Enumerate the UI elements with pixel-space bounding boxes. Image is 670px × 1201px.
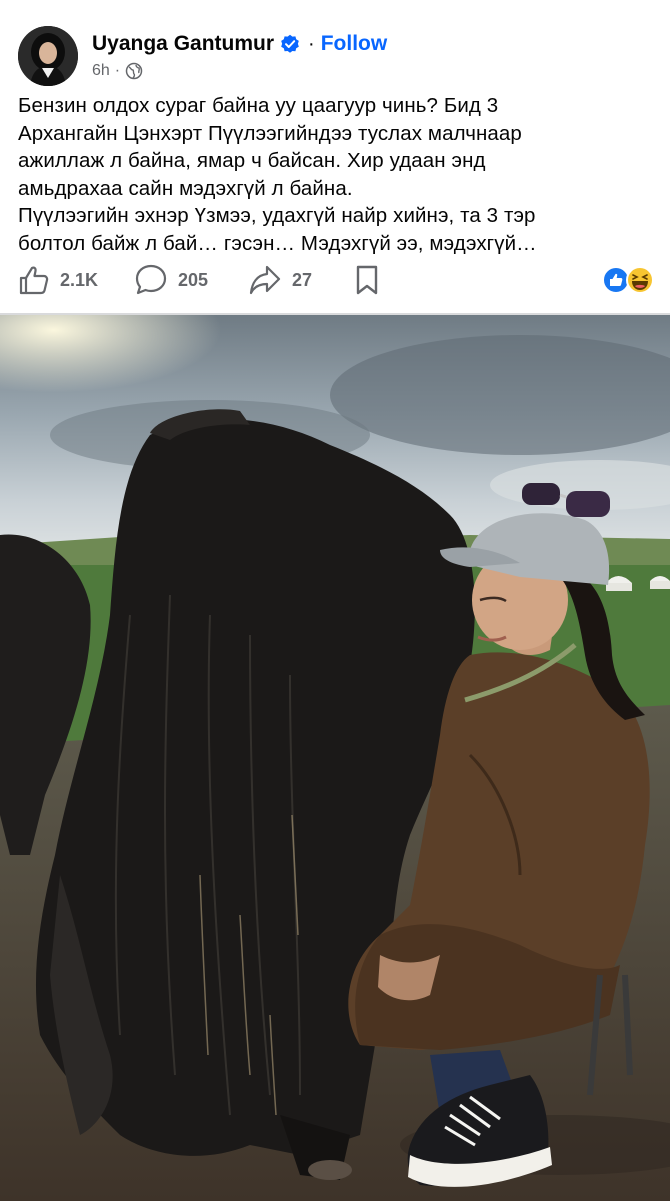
post-timestamp[interactable]: 6h bbox=[92, 62, 110, 80]
post-actions: 2.1K 205 27 bbox=[18, 260, 658, 300]
globe-icon[interactable] bbox=[125, 62, 143, 80]
name-separator: · bbox=[308, 32, 315, 55]
like-button[interactable]: 2.1K bbox=[18, 260, 98, 300]
follow-button[interactable]: Follow bbox=[321, 32, 388, 56]
verified-badge-icon bbox=[281, 34, 299, 53]
share-button[interactable]: 27 bbox=[248, 260, 312, 300]
post-text-line: ажиллаж л байна, ямар ч байсан. Хир удаа… bbox=[18, 149, 486, 172]
thumbs-up-icon bbox=[19, 266, 49, 295]
post-text-line: Пүүлээгийн эхнэр Үзмээ, удахгүй найр хий… bbox=[18, 204, 536, 227]
comment-button[interactable]: 205 bbox=[134, 260, 208, 300]
comment-bubble-icon bbox=[135, 264, 167, 295]
post-text-line: болтол байж л бай… гэсэн… Мэдэхгүй ээ, м… bbox=[18, 231, 537, 255]
comment-count: 205 bbox=[178, 269, 209, 290]
post-text-line: Бензин олдох сураг байна уу цаагуур чинь… bbox=[18, 94, 499, 117]
save-button[interactable] bbox=[354, 260, 380, 300]
post-photo[interactable] bbox=[0, 313, 670, 1201]
share-count: 27 bbox=[292, 269, 313, 290]
share-arrow-icon bbox=[249, 265, 281, 295]
author-name[interactable]: Uyanga Gantumur bbox=[92, 32, 274, 56]
haha-reaction-icon bbox=[626, 266, 654, 294]
post-meta: 6h · bbox=[92, 62, 143, 80]
bookmark-icon bbox=[356, 265, 378, 295]
post-text-line: амьдрахаа сайн мэдэхгүй л байна. bbox=[18, 176, 353, 200]
like-reaction-icon bbox=[602, 266, 630, 294]
like-count: 2.1K bbox=[60, 269, 99, 290]
post-text-line: Архангайн Цэнхэрт Пүүлээгийндээ туслах м… bbox=[18, 121, 522, 145]
reaction-summary[interactable] bbox=[602, 266, 656, 294]
post-header: Uyanga Gantumur · Follow 6h · bbox=[18, 24, 658, 86]
post-body: Бензин олдох сураг байна уу цаагуур чинь… bbox=[18, 92, 658, 257]
author-avatar[interactable] bbox=[18, 26, 78, 86]
meta-separator: · bbox=[114, 62, 121, 79]
